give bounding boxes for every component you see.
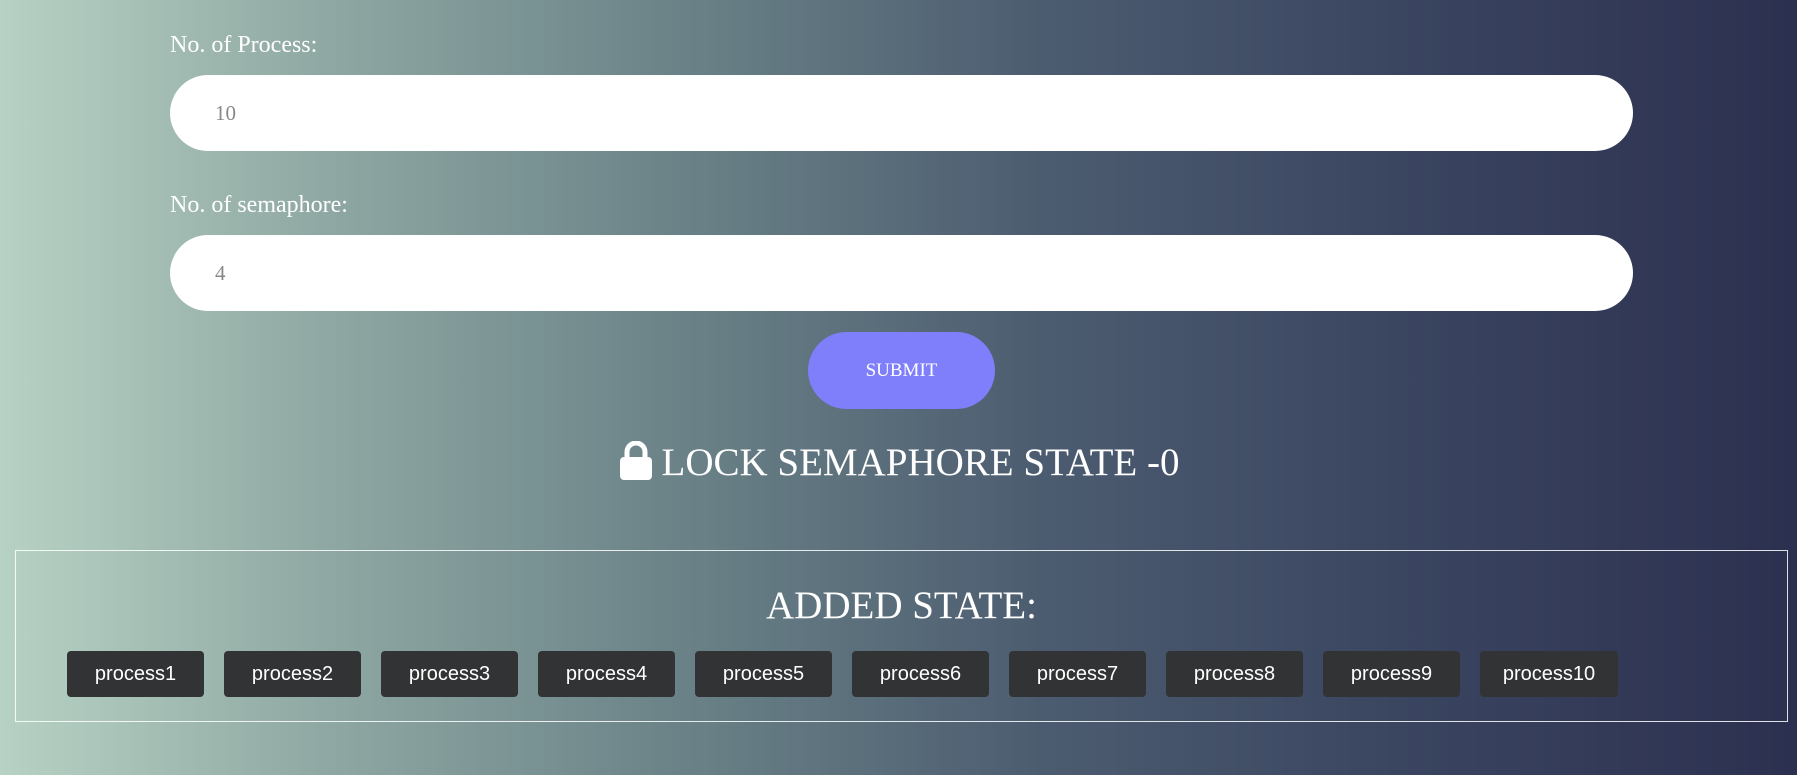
- submit-button[interactable]: SUBMIT: [808, 332, 995, 409]
- process-list: process1 process2 process3 process4 proc…: [67, 651, 1618, 697]
- lock-state-text: LOCK SEMAPHORE STATE -0: [661, 441, 1180, 484]
- process-chip[interactable]: process6: [852, 651, 989, 697]
- process-chip[interactable]: process1: [67, 651, 204, 697]
- process-chip[interactable]: process5: [695, 651, 832, 697]
- added-state-title: ADDED STATE:: [766, 584, 1037, 627]
- added-state-panel: ADDED STATE: process1 process2 process3 …: [15, 550, 1788, 722]
- lock-semaphore-state: LOCK SEMAPHORE STATE -0: [0, 440, 1797, 485]
- process-count-label: No. of Process:: [170, 32, 318, 58]
- process-chip[interactable]: process9: [1323, 651, 1460, 697]
- semaphore-count-input[interactable]: [170, 235, 1633, 311]
- semaphore-count-label: No. of semaphore:: [170, 192, 348, 218]
- process-count-input[interactable]: [170, 75, 1633, 151]
- process-chip[interactable]: process10: [1480, 651, 1618, 697]
- process-chip[interactable]: process3: [381, 651, 518, 697]
- process-chip[interactable]: process8: [1166, 651, 1303, 697]
- process-chip[interactable]: process7: [1009, 651, 1146, 697]
- process-chip[interactable]: process4: [538, 651, 675, 697]
- lock-icon: [619, 441, 652, 480]
- process-chip[interactable]: process2: [224, 651, 361, 697]
